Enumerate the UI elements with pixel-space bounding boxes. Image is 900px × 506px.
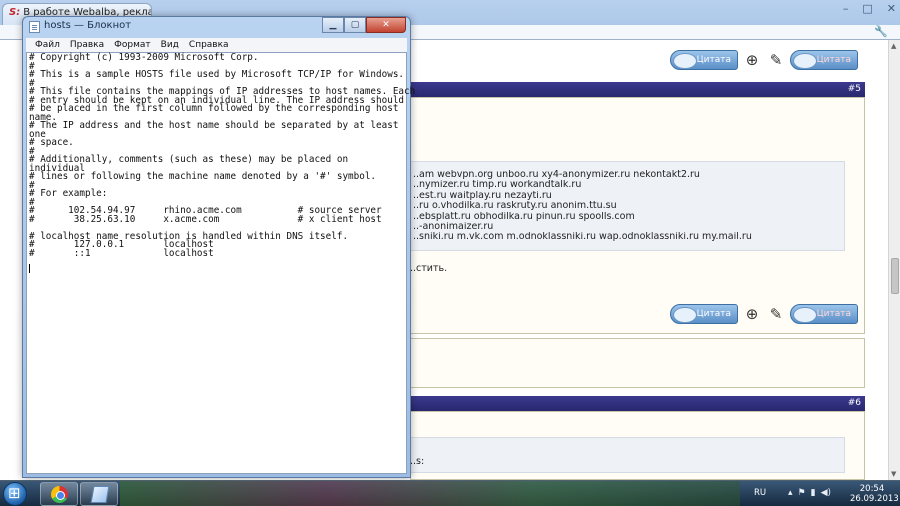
browser-minimize-button[interactable]: – — [843, 2, 849, 15]
quote-button[interactable]: Цитата — [670, 50, 738, 70]
link-line: ..nymizer.ru timp.ru workandtalk.ru — [413, 180, 582, 191]
clock-date: 26.09.2013 — [850, 494, 899, 504]
scroll-up-icon[interactable]: ▲ — [891, 42, 896, 50]
edit-pencil-icon[interactable]: ✎ — [766, 305, 786, 323]
multi-quote-button[interactable]: Цитата — [790, 304, 858, 324]
link-line: ..est.ru waitplay.ru nezayti.ru — [413, 190, 552, 201]
menu-file[interactable]: Файл — [30, 38, 65, 52]
post-text: ..стить. — [410, 263, 448, 274]
link-line: ..snikі.ru m.vk.com m.odnoklassniki.ru w… — [413, 232, 752, 243]
quote-button-label: Цитата — [696, 55, 731, 65]
browser-window-controls: – □ ✕ — [843, 2, 896, 15]
browser-maximize-button[interactable]: □ — [862, 2, 872, 15]
taskbar-wallpaper-strip — [120, 481, 740, 506]
link-line: ..-anonimaizer.ru — [413, 222, 494, 233]
notepad-window-controls: ▁ ▢ ✕ — [322, 17, 406, 33]
post-header-bar: #6 — [410, 396, 865, 411]
notepad-title: hosts — Блокнот — [44, 20, 132, 31]
link-line: ..ru o.vhodilka.ru raskruty.ru anonim.tt… — [413, 201, 617, 212]
multi-quote-button[interactable]: Цитата — [790, 50, 858, 70]
system-tray: ▴ ⚑ ▮ ◀) — [788, 488, 831, 498]
post-tools: Цитата ⊕ ✎ Цитата — [670, 304, 858, 324]
notepad-menubar: Файл Правка Формат Вид Справка — [26, 38, 407, 52]
notepad-icon — [29, 21, 40, 33]
text-line: # Copyright (c) 1993-2009 Microsoft Corp… — [29, 52, 259, 63]
quote-button-label: Цитата — [696, 309, 731, 319]
text-line: # space. — [29, 137, 74, 148]
notepad-text-area[interactable]: # Copyright (c) 1993-2009 Microsoft Corp… — [26, 52, 415, 474]
volume-icon[interactable]: ◀) — [821, 488, 831, 498]
text-line: # This is a sample HOSTS file used by Mi… — [29, 69, 405, 80]
link-line: ..am webvpn.org unboo.ru xy4-anonymizer.… — [413, 170, 700, 180]
post-quote-box: ..am webvpn.org unboo.ru xy4-anonymizer.… — [410, 161, 845, 251]
post-quote-box — [410, 437, 845, 473]
menu-help[interactable]: Справка — [184, 38, 234, 52]
notepad-maximize-button[interactable]: ▢ — [344, 17, 366, 33]
add-reply-icon[interactable]: ⊕ — [742, 305, 762, 323]
chrome-icon — [51, 486, 68, 503]
notepad-titlebar[interactable]: hosts — Блокнот ▁ ▢ ✕ — [23, 17, 410, 37]
text-line: # 38.25.63.10 x.acme.com # x client host — [29, 213, 382, 225]
signature-box — [410, 338, 865, 388]
start-button[interactable] — [3, 482, 27, 506]
scroll-thumb[interactable] — [891, 258, 899, 294]
notepad-minimize-button[interactable]: ▁ — [322, 17, 344, 33]
add-reply-icon[interactable]: ⊕ — [742, 51, 762, 69]
browser-close-button[interactable]: ✕ — [887, 2, 896, 15]
text-line: # Additionally, comments (such as these)… — [29, 154, 349, 165]
language-indicator[interactable]: RU — [754, 488, 766, 498]
notepad-icon — [90, 486, 110, 503]
notepad-window: hosts — Блокнот ▁ ▢ ✕ Файл Правка Формат… — [22, 16, 415, 478]
system-clock[interactable]: 20:54 26.09.2013 — [850, 484, 899, 504]
taskbar-chrome-button[interactable] — [40, 482, 78, 506]
post-header-bar: #5 — [410, 82, 865, 97]
site-favicon-icon: S: — [9, 7, 21, 18]
clock-time: 20:54 — [859, 484, 885, 494]
text-line: # be placed in the first column followed… — [29, 103, 399, 114]
quote-button[interactable]: Цитата — [670, 304, 738, 324]
taskbar: RU ▴ ⚑ ▮ ◀) 20:54 26.09.2013 — [0, 480, 900, 506]
scroll-down-icon[interactable]: ▼ — [891, 470, 896, 478]
edit-pencil-icon[interactable]: ✎ — [766, 51, 786, 69]
menu-view[interactable]: Вид — [156, 38, 184, 52]
text-caret — [29, 264, 30, 273]
text-line: # The IP address and the host name shoul… — [29, 120, 399, 131]
text-line: # For example: — [29, 188, 108, 199]
multi-quote-button-label: Цитата — [816, 309, 851, 319]
post-number-link[interactable]: #6 — [848, 398, 861, 408]
page-scrollbar[interactable]: ▲ ▼ — [888, 40, 900, 480]
text-line: # ::1 localhost — [29, 247, 214, 259]
post-tools-top: Цитата ⊕ ✎ Цитата — [670, 50, 858, 70]
menu-edit[interactable]: Правка — [65, 38, 109, 52]
menu-format[interactable]: Формат — [109, 38, 156, 52]
link-line: ..ebsplatt.ru obhodilka.ru pinun.ru spoo… — [413, 211, 635, 222]
taskbar-notepad-button[interactable] — [80, 482, 118, 506]
show-hidden-icons-icon[interactable]: ▴ — [788, 488, 793, 498]
post-number-link[interactable]: #5 — [848, 84, 861, 94]
text-line: # lines or following the machine name de… — [29, 171, 377, 182]
text-line: one — [29, 128, 46, 140]
wrench-icon[interactable]: 🔧 — [874, 25, 888, 38]
multi-quote-button-label: Цитата — [816, 55, 851, 65]
flag-icon[interactable]: ⚑ — [798, 488, 806, 498]
post-text: ..s: — [410, 456, 425, 467]
notepad-close-button[interactable]: ✕ — [366, 17, 406, 33]
network-icon[interactable]: ▮ — [811, 488, 816, 498]
